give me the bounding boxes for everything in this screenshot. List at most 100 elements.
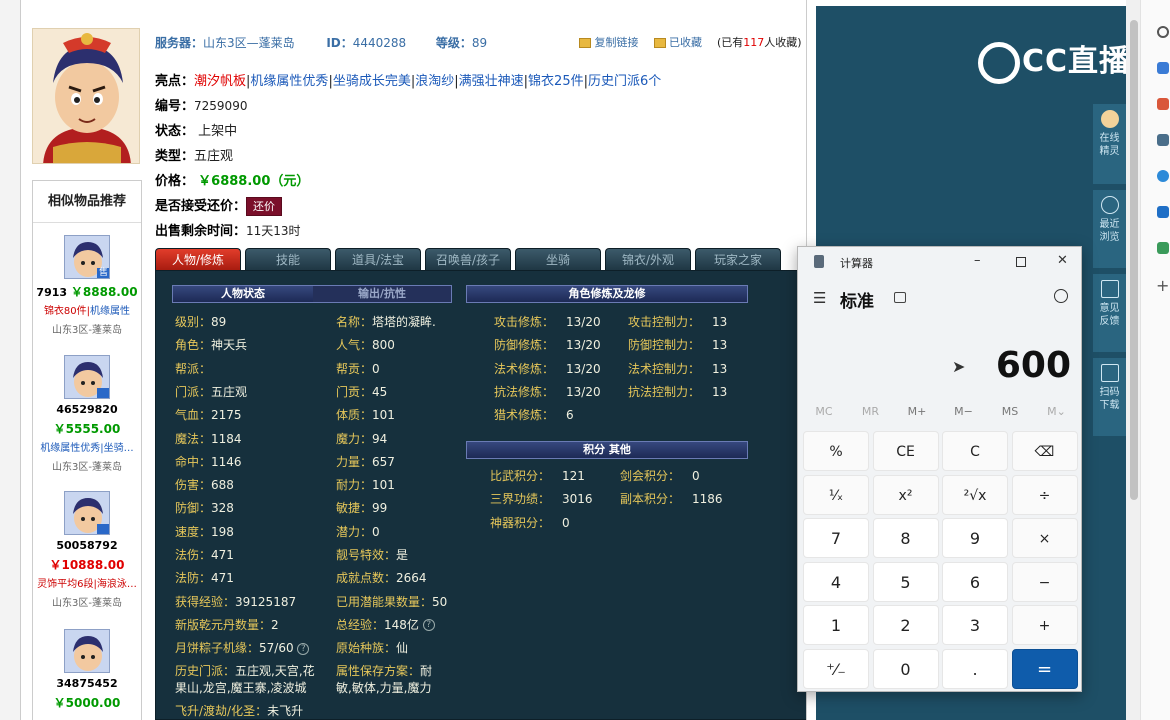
ascend-label: 飞升/渡劫/化圣： [175, 704, 268, 718]
calc-key[interactable]: − [1011, 561, 1078, 602]
similar-items-title: 相似物品推荐 [33, 181, 141, 223]
stat-row: 成就点数：2664 [336, 569, 427, 586]
calc-key[interactable]: % [803, 431, 869, 471]
control-label: 抗法控制力： [628, 384, 701, 399]
rec-item[interactable]: 34875452 ￥5000.00 [33, 629, 141, 711]
keep-on-top-icon[interactable] [894, 292, 906, 303]
rec-item-avatar[interactable]: 售 [64, 235, 110, 279]
stat-value: 148亿 [384, 617, 419, 632]
memory-button[interactable]: MR [848, 405, 894, 418]
memory-button[interactable]: MC [801, 405, 847, 418]
toolbox-icon[interactable] [1157, 98, 1169, 110]
stat-value: 仙 [396, 641, 409, 656]
hdr-output-label[interactable]: 输出/抗性 [313, 286, 451, 302]
sold-badge: 售 [98, 268, 108, 278]
add-icon[interactable]: + [1156, 276, 1169, 295]
rec-item[interactable]: 售 7913 ￥8888.00 锦衣80件|机缘属性 山东3区-蓬莱岛 [33, 235, 141, 336]
tool-online-helper[interactable]: 在线 精灵 [1093, 104, 1126, 184]
send-icon[interactable] [1157, 242, 1169, 254]
minimize-icon[interactable]: – [974, 253, 981, 268]
history-label: 历史门派： [175, 664, 236, 678]
person-icon[interactable] [1157, 134, 1169, 146]
calc-key[interactable]: ÷ [1011, 474, 1078, 515]
tab-character[interactable]: 人物/修炼 [155, 248, 241, 270]
calc-key[interactable]: 9 [942, 518, 1008, 558]
calc-mode-label: 标准 [840, 292, 874, 312]
menu-icon[interactable]: ☰ [813, 289, 826, 307]
rec-item[interactable]: 50058792 ￥10888.00 灵饰平均6段|海浪泳… 山东3区-蓬莱岛 [33, 491, 141, 609]
number-row: 编号：7259090 [155, 95, 247, 114]
rec-item-avatar[interactable] [64, 491, 110, 535]
tab-mounts[interactable]: 坐骑 [515, 248, 601, 270]
history-icon[interactable] [1054, 289, 1068, 303]
rec-item-avatar[interactable] [64, 355, 110, 399]
calc-key[interactable]: 3 [942, 605, 1008, 645]
help-icon[interactable]: ? [297, 642, 310, 655]
calc-key[interactable]: 1 [803, 605, 869, 645]
calc-key[interactable]: ¹⁄ₓ [803, 474, 869, 515]
tab-pets[interactable]: 召唤兽/孩子 [425, 248, 511, 270]
points-label: 副本积分： [620, 492, 681, 507]
calc-key[interactable]: C [942, 431, 1008, 471]
memory-button[interactable]: M+ [894, 405, 940, 418]
stat-value: 50 [432, 594, 448, 609]
scrollbar-thumb[interactable] [1130, 20, 1138, 500]
history-row-2: 果山,龙宫,魔王寨,凌波城 [175, 679, 306, 696]
stat-row: 魔法：1184 [175, 430, 242, 447]
tab-outfits[interactable]: 锦衣/外观 [605, 248, 691, 270]
memory-button[interactable]: M− [941, 405, 987, 418]
scheme-line2: 敏,敏体,力量,魔力 [336, 681, 432, 695]
calc-key[interactable]: 4 [803, 561, 869, 602]
calc-key[interactable]: 6 [942, 561, 1008, 602]
memory-button[interactable]: M⌄ [1034, 405, 1080, 418]
favorite-icon[interactable] [653, 38, 666, 48]
rec-item-avatar[interactable] [64, 629, 110, 673]
calc-key[interactable]: = [1011, 648, 1078, 689]
tool-scan-download[interactable]: 扫码 下载 [1093, 358, 1126, 436]
tab-items[interactable]: 道具/法宝 [335, 248, 421, 270]
extension-icon[interactable] [1157, 62, 1169, 74]
calc-key[interactable]: + [1011, 605, 1078, 645]
calc-key[interactable]: CE [872, 431, 939, 471]
calc-key[interactable]: ²√x [942, 474, 1008, 515]
cultivation-row: 猎术修炼： 6 [494, 406, 574, 423]
rec-item-tag: 机缘属性优秀|坐骑… [40, 443, 134, 454]
calc-key[interactable]: 7 [803, 518, 869, 558]
calc-key[interactable]: 2 [872, 605, 939, 645]
calc-key[interactable]: 8 [872, 518, 939, 558]
tab-skills[interactable]: 技能 [245, 248, 331, 270]
help-icon[interactable]: ? [422, 619, 435, 632]
search-icon[interactable] [1157, 26, 1169, 38]
copy-link-icon[interactable] [579, 38, 591, 48]
calc-key[interactable]: . [942, 648, 1008, 689]
calc-key[interactable]: ⌫ [1011, 431, 1078, 471]
stat-row: 命中：1146 [175, 453, 242, 470]
bargain-button[interactable]: 还价 [246, 197, 283, 216]
favorited-button[interactable]: 已收藏 [669, 36, 702, 49]
stat-row: 魔力：94 [336, 430, 387, 447]
calc-titlebar[interactable]: 计算器 – ✕ [798, 247, 1081, 277]
rec-item-price: ￥5555.00 [53, 422, 121, 436]
copy-link-button[interactable]: 复制链接 [595, 36, 639, 49]
rec-item-id: 7913 [36, 286, 68, 299]
calc-key[interactable]: 0 [872, 648, 939, 689]
memory-button[interactable]: MS [987, 405, 1033, 418]
control-row: 防御控制力： 13 [628, 336, 727, 353]
calc-key[interactable]: × [1011, 518, 1078, 558]
calc-key[interactable]: ⁺⁄₋ [803, 648, 869, 689]
tool-feedback[interactable]: 意见 反馈 [1093, 274, 1126, 352]
highlight-tag: 历史门派6个 [587, 74, 662, 89]
outlook-icon[interactable] [1157, 206, 1169, 218]
control-row [628, 406, 640, 420]
points-value: 1186 [692, 492, 723, 507]
stat-row: 月饼粽子机缘：57/60 ? [175, 639, 310, 656]
calc-key[interactable]: x² [872, 474, 939, 515]
close-icon[interactable]: ✕ [1057, 253, 1068, 268]
rec-item[interactable]: 46529820 ￥5555.00 机缘属性优秀|坐骑… 山东3区-蓬莱岛 [33, 355, 141, 473]
control-value: 13 [712, 338, 728, 353]
calc-key[interactable]: 5 [872, 561, 939, 602]
app-icon[interactable] [1157, 170, 1169, 182]
tool-recent[interactable]: 最近 浏览 [1093, 190, 1126, 268]
maximize-icon[interactable] [1016, 257, 1026, 267]
tab-home[interactable]: 玩家之家 [695, 248, 781, 270]
